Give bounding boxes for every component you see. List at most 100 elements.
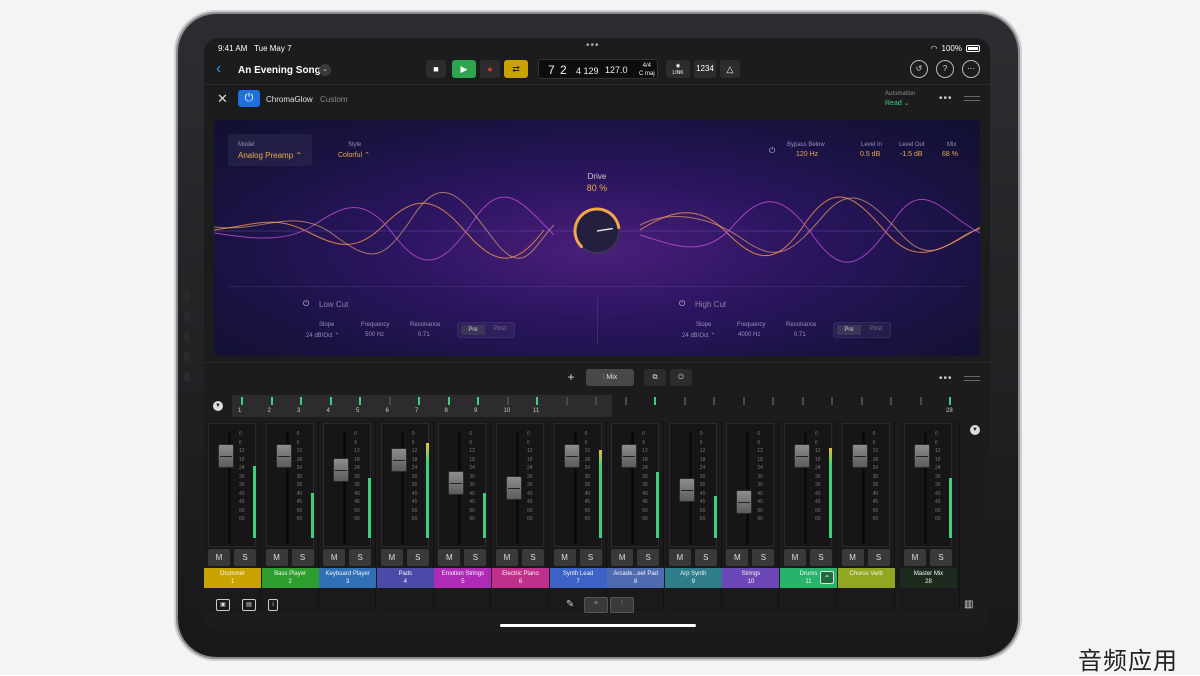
mute-button[interactable]: M xyxy=(380,549,403,566)
fader-cap[interactable] xyxy=(333,457,350,482)
solo-button[interactable]: S xyxy=(349,549,372,566)
fader-cap[interactable] xyxy=(678,477,695,502)
fader-area[interactable]: 0 6 12 18 24 30 35 40 45 50 60 xyxy=(726,423,775,547)
count-in-button[interactable]: 1234 xyxy=(694,60,716,78)
fader-cap[interactable] xyxy=(794,443,810,468)
solo-button[interactable]: S xyxy=(930,549,952,566)
mix-view-button[interactable]: ⫶ Mix xyxy=(586,369,634,386)
pre-option[interactable]: Pre xyxy=(461,325,485,335)
fader-area[interactable]: 0 6 12 18 24 30 35 40 45 50 60 xyxy=(668,423,717,547)
channel-overview-strip[interactable]: ▼ 1 2 3 4 5 6 7 8 9 10 11 28 xyxy=(204,393,990,419)
help-icon[interactable]: ? xyxy=(936,60,954,78)
fader-cap[interactable] xyxy=(275,443,292,468)
solo-button[interactable]: S xyxy=(867,549,890,566)
level-out-value[interactable]: -1.5 dB xyxy=(900,151,923,158)
track-name-label[interactable]: Emotion Strings 5 xyxy=(434,568,492,588)
track-name-label[interactable]: Strings 10 xyxy=(722,568,780,588)
multitask-dots[interactable]: ••• xyxy=(586,40,600,51)
high-cut-power-icon[interactable]: ⏻ xyxy=(679,299,685,309)
solo-button[interactable]: S xyxy=(694,549,717,566)
mix-value[interactable]: 68 % xyxy=(942,151,958,158)
info-icon[interactable]: i xyxy=(268,599,278,611)
mute-button[interactable]: M xyxy=(726,549,749,566)
track-name-label[interactable]: Synth Lead 7 xyxy=(549,568,607,588)
solo-button[interactable]: S xyxy=(810,549,832,566)
high-cut-pre-post-toggle[interactable]: Pre Post xyxy=(833,322,891,338)
mute-button[interactable]: M xyxy=(611,549,634,566)
fader-cap[interactable] xyxy=(218,443,234,468)
lcd-display[interactable]: 7 2 4 129 127.0 4/4 C maj xyxy=(538,59,658,79)
low-cut-res-value[interactable]: 0.71 xyxy=(418,332,430,338)
browser-icon[interactable]: ▣ xyxy=(216,599,230,611)
filter-icon[interactable]: ▼ xyxy=(970,425,980,435)
mute-button[interactable]: M xyxy=(265,549,288,566)
song-title[interactable]: An Evening Song xyxy=(238,65,321,76)
track-name-label[interactable]: Pads 4 xyxy=(376,568,434,588)
mute-button[interactable]: M xyxy=(438,549,461,566)
fader-area[interactable]: 0 6 12 18 24 30 35 40 45 50 60 xyxy=(553,423,602,547)
fader-area[interactable]: 0 6 12 18 24 30 35 40 45 50 60 xyxy=(904,423,952,547)
chevron-down-icon[interactable]: ⌄ xyxy=(319,64,331,76)
link-button[interactable]: ◉ LINK xyxy=(666,60,690,78)
solo-button[interactable]: S xyxy=(522,549,544,566)
solo-button[interactable]: S xyxy=(637,549,660,566)
mute-button[interactable]: M xyxy=(841,549,864,566)
solo-button[interactable]: S xyxy=(579,549,602,566)
solo-button[interactable]: S xyxy=(406,549,429,566)
post-option[interactable]: Post xyxy=(494,326,506,332)
fader-area[interactable]: 0 6 12 18 24 30 35 40 45 50 60 xyxy=(841,423,890,547)
more-options-icon[interactable]: ⋯ xyxy=(962,60,980,78)
fader-cap[interactable] xyxy=(851,443,868,468)
metronome-icon[interactable]: △ xyxy=(720,60,740,78)
fader-cap[interactable] xyxy=(736,489,753,514)
mute-button[interactable]: M xyxy=(553,549,576,566)
plugin-preset[interactable]: Custom xyxy=(320,95,348,104)
fader-cap[interactable] xyxy=(448,471,465,496)
automation-menu[interactable]: Automation Read ⌄ xyxy=(885,90,915,109)
track-name-label[interactable]: Chorus Verb xyxy=(837,568,895,588)
fader-cap[interactable] xyxy=(914,443,930,468)
solo-button[interactable]: S xyxy=(234,549,256,566)
inspector-icon[interactable]: ▤ xyxy=(242,599,256,611)
piano-keyboard-icon[interactable]: ▥ xyxy=(964,599,973,610)
plugin-more-icon[interactable]: ••• xyxy=(939,93,953,104)
low-cut-freq-value[interactable]: 500 Hz xyxy=(365,332,384,338)
fader-area[interactable]: 0 6 12 18 24 30 35 40 45 50 60 xyxy=(611,423,660,547)
play-button[interactable]: ▶ xyxy=(452,60,476,78)
fader-area[interactable]: 0 6 12 18 24 30 35 40 45 50 60 xyxy=(784,423,832,547)
track-name-label[interactable]: Arp Synth 9 xyxy=(664,568,722,588)
fader-area[interactable]: 0 6 12 18 24 30 35 40 45 50 60 xyxy=(265,423,314,547)
mute-button[interactable]: M xyxy=(323,549,346,566)
plugin-power-button[interactable]: ⏻ xyxy=(238,90,260,107)
style-value[interactable]: Colorful ⌃ xyxy=(338,151,370,159)
mute-button[interactable]: M xyxy=(784,549,806,566)
track-name-label[interactable]: Keyboard Player 3 xyxy=(319,568,377,588)
mute-button[interactable]: M xyxy=(904,549,926,566)
low-cut-power-icon[interactable]: ⏻ xyxy=(303,299,309,309)
high-cut-res-value[interactable]: 0.71 xyxy=(794,332,806,338)
bypass-below-value[interactable]: 120 Hz xyxy=(796,151,818,158)
cycle-button[interactable]: ⇄ xyxy=(504,60,528,78)
mixer-view-button[interactable]: ⫶ xyxy=(610,597,634,613)
history-icon[interactable]: ↺ xyxy=(910,60,928,78)
drive-knob[interactable] xyxy=(569,203,625,259)
fader-area[interactable]: 0 6 12 18 24 30 35 40 45 50 60 xyxy=(496,423,544,547)
track-name-label[interactable]: Drummer 1 xyxy=(204,568,261,588)
back-chevron-icon[interactable]: ‹ xyxy=(216,61,221,77)
high-cut-slope-value[interactable]: 24 dB/Oct ⌃ xyxy=(682,332,715,339)
fader-area[interactable]: 0 6 12 18 24 30 35 40 45 50 60 xyxy=(438,423,487,547)
stop-button[interactable]: ■ xyxy=(426,60,446,78)
plugins-view-button[interactable]: ☼ xyxy=(584,597,608,613)
record-button[interactable]: ● xyxy=(480,60,500,78)
pencil-icon[interactable]: ✎ xyxy=(566,599,574,610)
track-name-label[interactable]: Drums 11 ⌃ xyxy=(780,568,837,588)
mixer-more-icon[interactable]: ••• xyxy=(939,373,953,384)
expand-stack-icon[interactable]: ⌃ xyxy=(820,571,834,584)
bypass-power-icon[interactable]: ⏻ xyxy=(769,146,775,156)
track-name-label[interactable]: Bass Player 2 xyxy=(261,568,319,588)
low-cut-slope-value[interactable]: 24 dB/Oct ⌃ xyxy=(306,332,339,339)
solo-button[interactable]: S xyxy=(464,549,487,566)
fader-area[interactable]: 0 6 12 18 24 30 35 40 45 50 60 xyxy=(323,423,372,547)
fader-cap[interactable] xyxy=(506,476,522,500)
drag-handle-icon[interactable] xyxy=(964,96,980,101)
